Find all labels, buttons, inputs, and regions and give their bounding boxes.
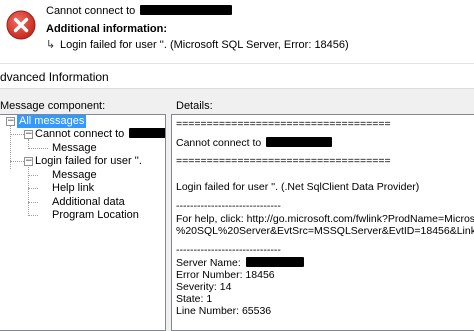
tree-connector	[10, 126, 11, 169]
message-component-label: Message component:	[0, 100, 106, 112]
details-help-link-line2[interactable]: %20SQL%20Server&EvtSrc=MSSQLServer&EvtID…	[176, 225, 474, 237]
separator-line: ===================================	[176, 118, 391, 130]
redacted-server-name	[140, 5, 233, 15]
tree-item-login-failed[interactable]: Login failed for user ''.	[35, 155, 142, 168]
details-text-area[interactable]: =================================== Cann…	[171, 114, 474, 331]
redacted-server-name	[129, 128, 165, 138]
error-summary-panel: Cannot connect to Additional information…	[0, 0, 474, 63]
details-label: Details:	[176, 100, 213, 112]
tree-connector	[28, 202, 38, 203]
details-cannot-connect: Cannot connect to	[176, 137, 333, 149]
tree-connector	[28, 175, 38, 176]
tree-connector	[10, 134, 24, 135]
tree-item-additional-data[interactable]: Additional data	[52, 196, 125, 209]
tree-item-message[interactable]: Message	[52, 169, 97, 182]
message-component-tree[interactable]: − All messages − Cannot connect to Messa…	[0, 114, 166, 331]
details-line-number: Line Number: 65536	[176, 305, 272, 317]
additional-information-heading: Additional information:	[46, 23, 167, 35]
details-help-link-line1[interactable]: For help, click: http://go.microsoft.com…	[176, 213, 474, 225]
tree-item-message[interactable]: Message	[52, 142, 97, 155]
collapse-cannot-connect-icon[interactable]: −	[24, 130, 33, 139]
details-error-number: Error Number: 18456	[176, 269, 275, 281]
child-arrow-icon: ↳	[46, 39, 56, 51]
redacted-server-name	[245, 257, 304, 267]
tree-connector	[28, 188, 38, 189]
collapse-all-messages-icon[interactable]: −	[6, 117, 15, 126]
advanced-information-bar: dvanced Information	[0, 63, 474, 89]
tree-item-all-messages[interactable]: All messages	[17, 115, 87, 128]
tree-connector	[10, 161, 24, 162]
login-failed-summary: ↳ Login failed for user ''. (Microsoft SQ…	[46, 39, 349, 51]
details-server-name: Server Name:	[176, 257, 304, 269]
tree-item-help-link[interactable]: Help link	[52, 182, 94, 195]
collapse-login-failed-icon[interactable]: −	[24, 157, 33, 166]
dashed-separator: ------------------------------	[176, 244, 281, 256]
details-severity: Severity: 14	[176, 281, 232, 293]
redacted-server-name	[266, 137, 333, 147]
dashed-separator: ------------------------------	[176, 200, 281, 212]
tree-connector	[28, 148, 48, 149]
cannot-connect-text: Cannot connect to	[46, 5, 233, 17]
separator-line: ===================================	[176, 155, 391, 167]
tree-connector	[28, 215, 38, 216]
details-state: State: 1	[176, 293, 213, 305]
details-login-failed: Login failed for user ''. (.Net SqlClien…	[176, 181, 420, 193]
error-icon	[6, 10, 36, 40]
tree-item-cannot-connect[interactable]: Cannot connect to	[35, 128, 165, 141]
advanced-information-title: dvanced Information	[0, 70, 109, 84]
tree-item-program-location[interactable]: Program Location	[52, 209, 139, 222]
